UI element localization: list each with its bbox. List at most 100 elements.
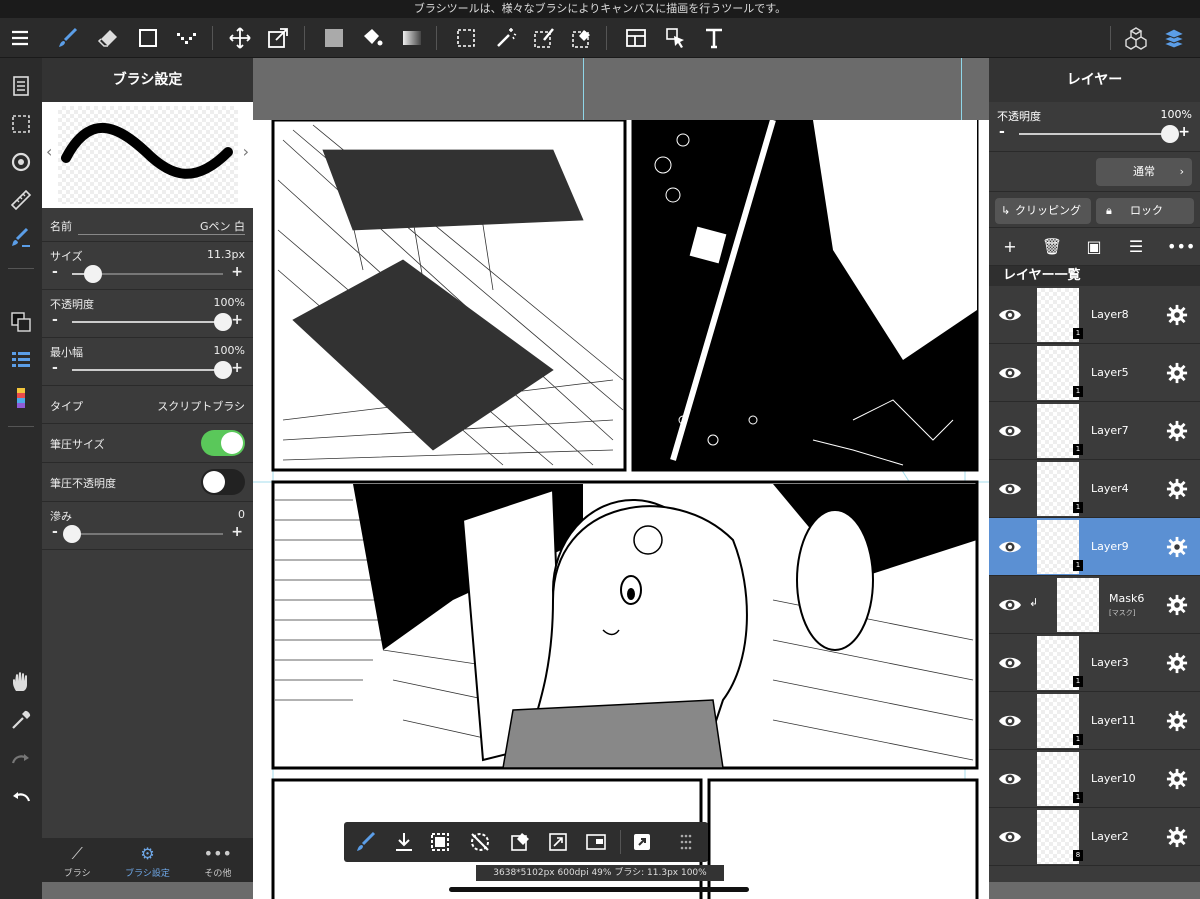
- gear-icon[interactable]: [1166, 652, 1188, 674]
- min-width-decrease-button[interactable]: -: [52, 360, 58, 376]
- size-increase-button[interactable]: +: [231, 264, 243, 280]
- visibility-eye-icon[interactable]: [997, 709, 1023, 733]
- layer-opacity-slider[interactable]: - +: [997, 124, 1192, 143]
- layer-row[interactable]: 1 Layer3: [989, 634, 1200, 692]
- add-layer-icon[interactable]: +: [999, 236, 1021, 258]
- tab-brush-settings[interactable]: ⚙ ブラシ設定: [112, 838, 182, 882]
- brush-quick-icon[interactable]: [354, 830, 378, 854]
- color-swatch-icon[interactable]: [5, 306, 37, 338]
- frame-divider-icon[interactable]: [620, 22, 652, 54]
- layer-row[interactable]: 1 Layer10: [989, 750, 1200, 808]
- gradient-tool-icon[interactable]: [396, 22, 428, 54]
- operation-tool-icon[interactable]: [660, 22, 692, 54]
- magic-wand-icon[interactable]: [490, 22, 522, 54]
- menu-icon[interactable]: [4, 22, 36, 54]
- layer-row[interactable]: 1 Layer8: [989, 286, 1200, 344]
- blur-increase-button[interactable]: +: [231, 524, 243, 540]
- opacity-increase-button[interactable]: +: [231, 312, 243, 328]
- selection-icon[interactable]: [5, 108, 37, 140]
- save-icon[interactable]: [392, 830, 416, 854]
- layer-row[interactable]: 1 Layer7: [989, 402, 1200, 460]
- gear-icon[interactable]: [1166, 536, 1188, 558]
- text-tool-icon[interactable]: [698, 22, 730, 54]
- select-pen-icon[interactable]: [528, 22, 560, 54]
- layer-more-icon[interactable]: •••: [1167, 236, 1195, 258]
- undo-icon[interactable]: [5, 780, 37, 812]
- gear-icon[interactable]: [1166, 768, 1188, 790]
- visibility-eye-icon[interactable]: [997, 419, 1023, 443]
- blur-slider[interactable]: - +: [50, 524, 245, 543]
- bucket-tool-icon[interactable]: [356, 22, 388, 54]
- eraser-tool-icon[interactable]: [92, 22, 124, 54]
- layer-row[interactable]: ↲ Mask6 [マスク]: [989, 576, 1200, 634]
- pages-icon[interactable]: [5, 70, 37, 102]
- select-rect-icon[interactable]: [450, 22, 482, 54]
- brush-name-row[interactable]: 名前 Gペン 白: [42, 208, 253, 242]
- gear-icon[interactable]: [1166, 710, 1188, 732]
- fit-screen-icon[interactable]: [546, 830, 570, 854]
- pressure-opacity-toggle[interactable]: [201, 469, 245, 495]
- visibility-eye-icon[interactable]: [997, 767, 1023, 791]
- tab-more[interactable]: ••• その他: [183, 838, 253, 882]
- rectangle-tool-icon[interactable]: [132, 22, 164, 54]
- hand-icon[interactable]: [5, 666, 37, 698]
- prev-brush-icon[interactable]: ‹: [46, 142, 52, 161]
- visibility-eye-icon[interactable]: [997, 361, 1023, 385]
- rotate-icon[interactable]: [5, 146, 37, 178]
- gear-icon[interactable]: [1166, 478, 1188, 500]
- snap-icon[interactable]: [584, 830, 608, 854]
- fullscreen-icon[interactable]: [630, 830, 654, 854]
- visibility-eye-icon[interactable]: [997, 593, 1023, 617]
- tab-brush[interactable]: ⟋ ブラシ: [42, 838, 112, 882]
- canvas-area[interactable]: [253, 58, 989, 899]
- size-decrease-button[interactable]: -: [52, 264, 58, 280]
- home-indicator[interactable]: [449, 887, 749, 892]
- layer-row[interactable]: 1 Layer11: [989, 692, 1200, 750]
- eyedropper-icon[interactable]: [5, 704, 37, 736]
- gear-icon[interactable]: [1166, 304, 1188, 326]
- delete-layer-icon[interactable]: 🗑︎: [1041, 236, 1063, 258]
- visibility-eye-icon[interactable]: [997, 825, 1023, 849]
- deselect-icon[interactable]: [468, 830, 492, 854]
- clear-icon[interactable]: [508, 830, 532, 854]
- select-eraser-icon[interactable]: [566, 22, 598, 54]
- visibility-eye-icon[interactable]: [997, 535, 1023, 559]
- min-width-increase-button[interactable]: +: [231, 360, 243, 376]
- redo-icon[interactable]: [5, 742, 37, 774]
- grip-icon[interactable]: [674, 830, 698, 854]
- layer-opacity-decrease-button[interactable]: -: [999, 124, 1005, 140]
- gear-icon[interactable]: [1166, 420, 1188, 442]
- stabilizer-icon[interactable]: [5, 222, 37, 254]
- gear-icon[interactable]: [1166, 826, 1188, 848]
- move-tool-icon[interactable]: [224, 22, 256, 54]
- layer-list-icon[interactable]: ☰: [1125, 236, 1147, 258]
- palette-icon[interactable]: [5, 382, 37, 414]
- layer-opacity-increase-button[interactable]: +: [1178, 124, 1190, 140]
- next-brush-icon[interactable]: ›: [243, 142, 249, 161]
- blend-mode-button[interactable]: 通常 ›: [1096, 158, 1192, 186]
- gear-icon[interactable]: [1166, 362, 1188, 384]
- type-row[interactable]: タイプ スクリプトブラシ: [42, 386, 253, 424]
- gear-icon[interactable]: [1166, 594, 1188, 616]
- fill-color-icon[interactable]: [318, 22, 350, 54]
- visibility-eye-icon[interactable]: [997, 303, 1023, 327]
- layer-row[interactable]: 8 Layer2: [989, 808, 1200, 866]
- lock-button[interactable]: 🔒︎ ロック: [1096, 198, 1194, 224]
- layers-panel-icon[interactable]: [1158, 22, 1190, 54]
- transform-tool-icon[interactable]: [262, 22, 294, 54]
- blur-decrease-button[interactable]: -: [52, 524, 58, 540]
- brush-tool-icon[interactable]: [52, 22, 84, 54]
- materials-icon[interactable]: [1120, 22, 1152, 54]
- opacity-slider[interactable]: - +: [50, 312, 245, 331]
- brush-list-icon[interactable]: [5, 344, 37, 376]
- import-image-icon[interactable]: ▣: [1083, 236, 1105, 258]
- visibility-eye-icon[interactable]: [997, 477, 1023, 501]
- dot-brush-icon[interactable]: [170, 22, 202, 54]
- pressure-size-toggle[interactable]: [201, 430, 245, 456]
- layer-row[interactable]: 1 Layer9: [989, 518, 1200, 576]
- ruler-icon[interactable]: [5, 184, 37, 216]
- size-slider[interactable]: - +: [50, 264, 245, 283]
- manga-page[interactable]: [253, 118, 989, 899]
- layer-row[interactable]: 1 Layer4: [989, 460, 1200, 518]
- clipping-button[interactable]: ↳ クリッピング: [995, 198, 1091, 224]
